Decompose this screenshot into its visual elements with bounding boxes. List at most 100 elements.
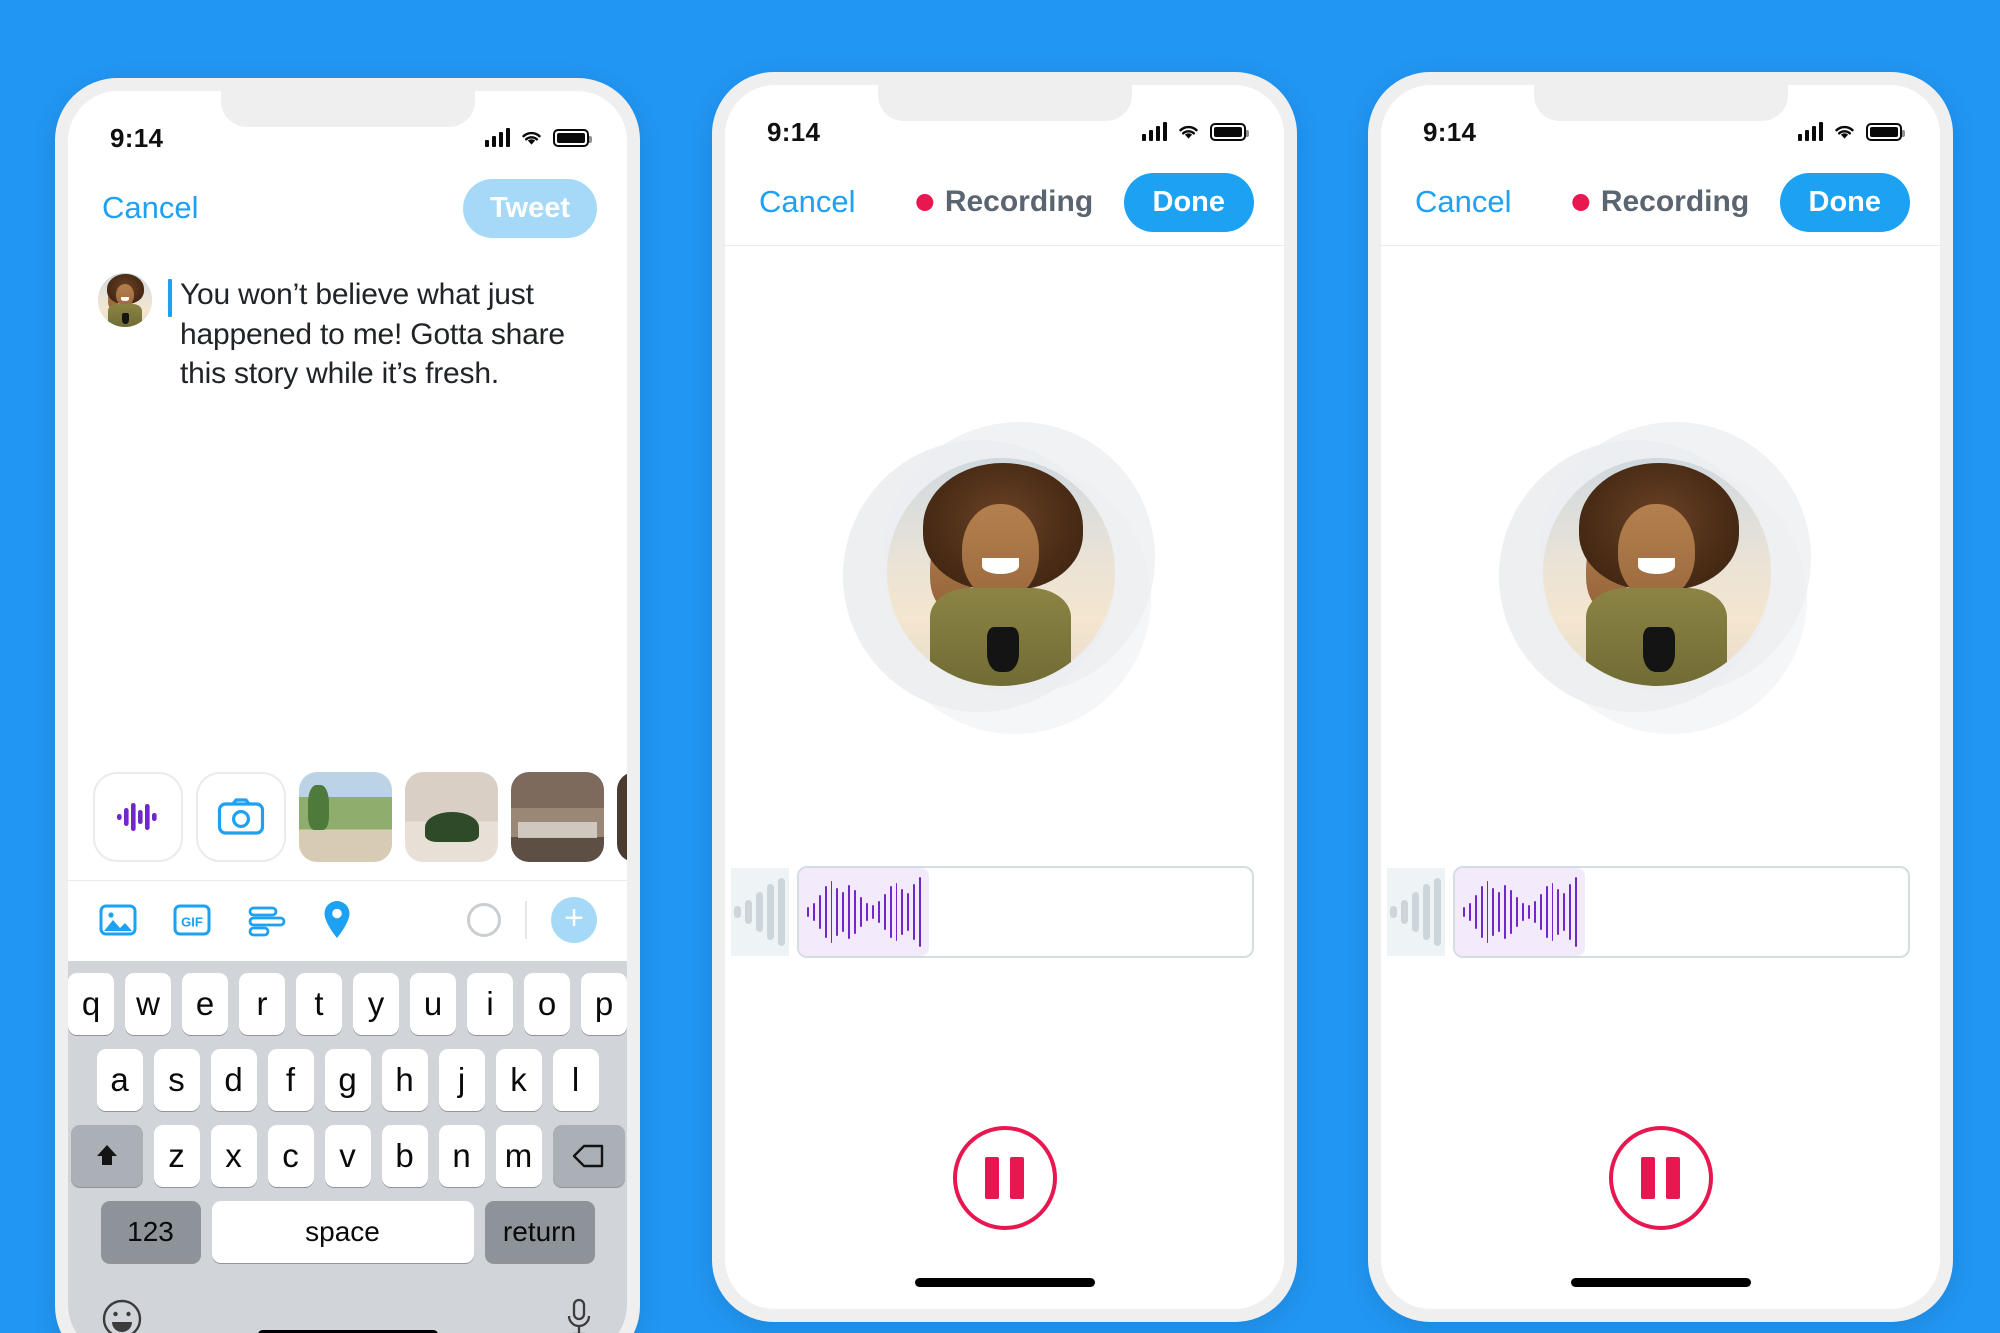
shift-up-arrow-icon bbox=[96, 1145, 117, 1165]
key-n[interactable]: n bbox=[438, 1125, 485, 1187]
key-h[interactable]: h bbox=[381, 1049, 428, 1111]
status-icon-group bbox=[485, 123, 592, 147]
key-e[interactable]: e bbox=[182, 973, 228, 1035]
waveform-strip bbox=[1381, 866, 1940, 958]
photo-thumbnail-plant[interactable] bbox=[405, 772, 498, 862]
key-m[interactable]: m bbox=[495, 1125, 542, 1187]
status-time: 9:14 bbox=[767, 117, 821, 147]
cancel-button[interactable]: Cancel bbox=[1415, 184, 1512, 220]
device-notch bbox=[1533, 85, 1788, 121]
voice-tweet-button[interactable] bbox=[93, 772, 183, 862]
recording-navbar: Cancel Recording Done bbox=[1381, 159, 1940, 245]
pause-recording-button[interactable] bbox=[952, 1126, 1057, 1230]
composer-toolbar: GIF + bbox=[68, 881, 627, 961]
microphone-icon[interactable] bbox=[563, 1296, 595, 1333]
keyboard-row-2: a s d f g h j k l bbox=[68, 1049, 627, 1111]
emoji-smiley-icon[interactable] bbox=[100, 1297, 144, 1333]
key-i[interactable]: i bbox=[467, 973, 513, 1035]
key-z[interactable]: z bbox=[153, 1125, 200, 1187]
photo-thumbnail-park[interactable] bbox=[299, 772, 392, 862]
wifi-icon bbox=[522, 131, 541, 145]
on-screen-keyboard[interactable]: q w e r t y u i o p a s d f g h j k l z … bbox=[68, 961, 627, 1333]
key-k[interactable]: k bbox=[495, 1049, 542, 1111]
add-gif-button[interactable]: GIF bbox=[172, 900, 246, 940]
photo-thumbnail-city[interactable] bbox=[511, 772, 604, 862]
tweet-text-input[interactable]: You won’t believe what just happened to … bbox=[180, 273, 600, 394]
toolbar-divider bbox=[525, 901, 527, 939]
keyboard-row-4: 123 space return bbox=[68, 1201, 627, 1263]
poll-icon bbox=[248, 906, 286, 937]
key-u[interactable]: u bbox=[410, 973, 456, 1035]
photo-thumbnail-street[interactable] bbox=[617, 772, 627, 862]
tweet-composer[interactable]: You won’t believe what just happened to … bbox=[68, 251, 627, 394]
numbers-key[interactable]: 123 bbox=[100, 1201, 201, 1263]
camera-button[interactable] bbox=[196, 772, 286, 862]
camera-icon bbox=[217, 798, 265, 835]
key-l[interactable]: l bbox=[552, 1049, 599, 1111]
key-q[interactable]: q bbox=[68, 973, 114, 1035]
wifi-icon bbox=[1835, 125, 1854, 139]
key-b[interactable]: b bbox=[381, 1125, 428, 1187]
shift-key[interactable] bbox=[70, 1125, 143, 1187]
add-location-button[interactable] bbox=[320, 898, 394, 942]
status-bar: 9:14 bbox=[1381, 85, 1940, 159]
key-f[interactable]: f bbox=[267, 1049, 314, 1111]
key-g[interactable]: g bbox=[324, 1049, 371, 1111]
space-key[interactable]: space bbox=[211, 1201, 474, 1263]
pause-recording-button[interactable] bbox=[1608, 1126, 1713, 1230]
recording-navbar: Cancel Recording Done bbox=[725, 159, 1284, 245]
avatar-pulse-group bbox=[1498, 422, 1811, 734]
key-t[interactable]: t bbox=[296, 973, 342, 1035]
key-x[interactable]: x bbox=[210, 1125, 257, 1187]
text-cursor bbox=[168, 279, 172, 317]
key-w[interactable]: w bbox=[125, 973, 171, 1035]
composer-navbar: Cancel Tweet bbox=[68, 165, 627, 251]
media-tray[interactable] bbox=[68, 756, 627, 880]
add-tweet-button[interactable]: + bbox=[551, 897, 597, 943]
key-o[interactable]: o bbox=[524, 973, 570, 1035]
key-p[interactable]: p bbox=[581, 973, 627, 1035]
add-poll-button[interactable] bbox=[246, 900, 320, 940]
cellular-bars-icon bbox=[1142, 122, 1167, 141]
status-time: 9:14 bbox=[1423, 117, 1477, 147]
svg-text:GIF: GIF bbox=[181, 915, 203, 930]
done-button[interactable]: Done bbox=[1779, 172, 1910, 232]
recording-body bbox=[1381, 246, 1940, 1308]
key-v[interactable]: v bbox=[324, 1125, 371, 1187]
voice-clip[interactable] bbox=[799, 868, 929, 956]
voice-clip[interactable] bbox=[1455, 868, 1585, 956]
key-d[interactable]: d bbox=[210, 1049, 257, 1111]
phone-1-composer: 9:14 Cancel Tweet You won’t believe what… bbox=[55, 78, 640, 1333]
recording-dot-icon bbox=[1571, 193, 1589, 211]
battery-icon bbox=[1210, 123, 1249, 141]
backspace-key[interactable] bbox=[552, 1125, 625, 1187]
key-c[interactable]: c bbox=[267, 1125, 314, 1187]
cancel-button[interactable]: Cancel bbox=[102, 190, 199, 226]
tweet-button[interactable]: Tweet bbox=[462, 178, 597, 238]
cellular-bars-icon bbox=[485, 128, 510, 147]
key-j[interactable]: j bbox=[438, 1049, 485, 1111]
key-r[interactable]: r bbox=[239, 973, 285, 1035]
keyboard-bottom-row bbox=[68, 1277, 627, 1333]
waveform-track[interactable] bbox=[1453, 866, 1910, 958]
done-button[interactable]: Done bbox=[1123, 172, 1254, 232]
key-a[interactable]: a bbox=[96, 1049, 143, 1111]
device-notch bbox=[877, 85, 1132, 121]
key-s[interactable]: s bbox=[153, 1049, 200, 1111]
image-icon bbox=[99, 904, 137, 936]
status-bar: 9:14 bbox=[68, 91, 627, 165]
key-y[interactable]: y bbox=[353, 973, 399, 1035]
status-bar: 9:14 bbox=[725, 85, 1284, 159]
character-counter-ring bbox=[467, 903, 501, 937]
add-photo-button[interactable] bbox=[98, 900, 172, 940]
user-avatar-large bbox=[886, 458, 1115, 686]
status-icon-group bbox=[1142, 117, 1249, 141]
audio-waveform-icon bbox=[117, 803, 157, 831]
phone-1-screen: 9:14 Cancel Tweet You won’t believe what… bbox=[68, 91, 627, 1333]
phone-3-screen: 9:14 Cancel Recording Done bbox=[1381, 85, 1940, 1309]
return-key[interactable]: return bbox=[484, 1201, 595, 1263]
status-icon-group bbox=[1798, 117, 1905, 141]
waveform-track[interactable] bbox=[797, 866, 1254, 958]
cancel-button[interactable]: Cancel bbox=[759, 184, 856, 220]
phone-3-recording: 9:14 Cancel Recording Done bbox=[1368, 72, 1953, 1322]
